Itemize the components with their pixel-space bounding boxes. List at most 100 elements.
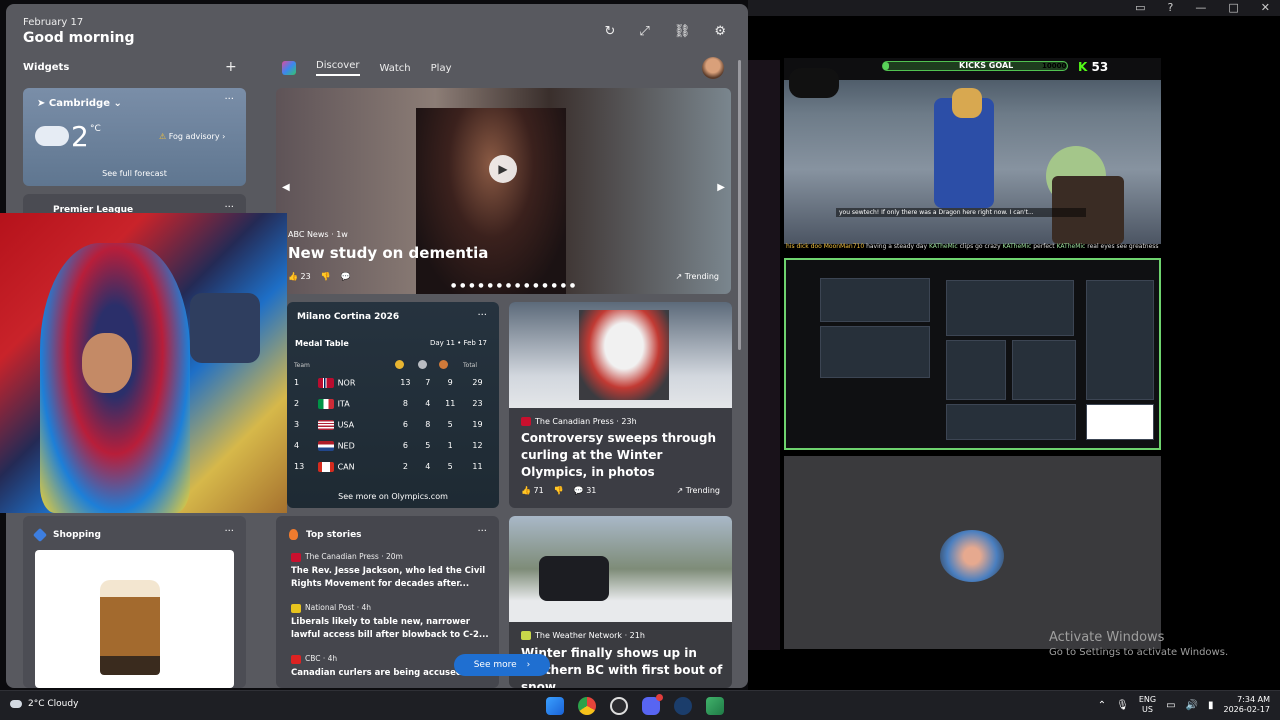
lego-character-head xyxy=(952,88,982,118)
shopping-label: Shopping xyxy=(53,530,101,540)
medal-rank-cell: 4 xyxy=(294,441,300,450)
carousel-pager[interactable]: ● ● ● ● ● ● ● ● ● ● ● ● ● ● xyxy=(451,282,576,289)
curling-news-card[interactable]: The Canadian Press · 23h Controversy swe… xyxy=(509,302,732,508)
weather-widget[interactable]: ➤ Cambridge ⌄ ··· 2 °C ⚠ Fog advisory › … xyxy=(23,88,246,186)
microphone-icon[interactable]: 🎙 xyxy=(1116,700,1129,711)
settings-icon[interactable]: ⚙ xyxy=(714,24,726,39)
dislike-icon[interactable]: 👎 xyxy=(321,272,331,281)
discord-icon[interactable] xyxy=(642,694,663,715)
more-options-icon[interactable]: ··· xyxy=(224,94,234,105)
start-button[interactable] xyxy=(546,697,564,715)
nested-shopping-preview xyxy=(1086,404,1154,440)
source-logo-icon xyxy=(291,654,301,664)
weather-story-title[interactable]: Winter finally shows up in southern BC w… xyxy=(521,645,725,688)
story-item[interactable]: The Canadian Press · 20m The Rev. Jesse … xyxy=(291,552,491,591)
previous-arrow-icon[interactable]: ◀ xyxy=(282,182,290,193)
trending-badge: ↗ Trending xyxy=(675,272,719,281)
medal-total-cell: 19 xyxy=(472,420,483,429)
play-icon[interactable]: ▶ xyxy=(489,155,517,183)
tab-watch[interactable]: Watch xyxy=(380,63,411,74)
webcam-overlay xyxy=(0,213,287,513)
olympics-day: Day 11 • Feb 17 xyxy=(429,339,487,347)
chat-ticker: his dick doo MoonMan710 having a steady … xyxy=(786,243,1159,250)
more-options-icon[interactable]: ··· xyxy=(224,526,234,537)
dislike-icon[interactable]: 👎 xyxy=(554,486,564,495)
network-icon[interactable]: ▭ xyxy=(1166,700,1175,711)
goal-progress-fill xyxy=(883,62,889,70)
volume-icon[interactable]: 🔊 xyxy=(1186,700,1198,711)
like-button[interactable]: 👍 23 xyxy=(288,272,311,281)
bag-object xyxy=(190,293,260,363)
hero-source: ABC News · 1w xyxy=(288,230,348,239)
comment-icon[interactable]: 💬 xyxy=(341,272,351,281)
system-tray: ⌃ 🎙 ENG US ▭ 🔊 ▮ 7:34 AM 2026-02-17 xyxy=(1098,695,1270,715)
hero-news-card[interactable]: ▶ ◀ ▶ ABC News · 1w New study on dementi… xyxy=(276,88,731,294)
avatar-emote-image xyxy=(940,530,1004,582)
obs-icon[interactable] xyxy=(610,697,628,715)
obs-side-panel xyxy=(748,60,780,650)
more-options-icon[interactable]: ··· xyxy=(477,526,487,537)
hero-title[interactable]: New study on dementia xyxy=(288,244,488,262)
story-item[interactable]: National Post · 4h Liberals likely to ta… xyxy=(291,603,491,642)
medal-table-label: Medal Table xyxy=(295,339,349,348)
maximize-button[interactable]: □ xyxy=(1228,1,1238,14)
screen-capture-preview[interactable] xyxy=(784,258,1161,450)
battery-icon[interactable]: ▮ xyxy=(1208,700,1214,711)
product-image[interactable] xyxy=(35,550,234,688)
streamer-face xyxy=(82,333,132,393)
next-arrow-icon[interactable]: ▶ xyxy=(717,182,725,193)
more-options-icon[interactable]: ··· xyxy=(224,202,234,213)
comment-button[interactable]: 💬 31 xyxy=(574,486,597,495)
tab-discover[interactable]: Discover xyxy=(316,60,360,76)
can-flag-icon xyxy=(317,461,334,472)
chevron-up-icon[interactable]: ⌃ xyxy=(1098,700,1106,711)
profile-avatar[interactable] xyxy=(702,57,724,79)
weather-location[interactable]: ➤ Cambridge ⌄ xyxy=(37,98,122,109)
olympics-medal-widget[interactable]: Milano Cortina 2026 ··· Medal Table Day … xyxy=(287,302,499,508)
medal-country-cell: CAN xyxy=(317,456,394,477)
fog-advisory-link[interactable]: ⚠ Fog advisory › xyxy=(159,132,225,141)
see-forecast-link[interactable]: See full forecast xyxy=(23,169,246,178)
medal-silver-cell: 7 xyxy=(425,378,431,387)
game-subtitle: you sewtech! If only there was a Dragon … xyxy=(836,208,1086,217)
display-icon[interactable]: ▭ xyxy=(1135,1,1145,14)
refresh-icon[interactable]: ↻ xyxy=(605,24,616,39)
medal-rank-cell: 1 xyxy=(294,378,300,387)
medal-silver-cell: 8 xyxy=(425,420,431,429)
kick-count: K 53 xyxy=(1078,60,1109,74)
language-indicator[interactable]: ENG US xyxy=(1139,695,1156,715)
close-button[interactable]: ✕ xyxy=(1261,1,1270,14)
silver-medal-icon xyxy=(418,359,428,369)
chrome-icon[interactable] xyxy=(578,697,596,715)
curling-reactions: 👍 71 👎 💬 31 xyxy=(521,486,596,495)
add-widget-button[interactable]: + xyxy=(225,59,237,75)
news-anchor-image xyxy=(416,108,566,294)
taskbar-weather[interactable]: 2°C Cloudy xyxy=(10,699,78,709)
feed-tabs: Discover Watch Play xyxy=(282,60,452,76)
see-more-olympics-link[interactable]: See more on Olympics.com xyxy=(287,492,499,501)
medal-gold-cell: 8 xyxy=(402,399,408,408)
shopping-widget[interactable]: Shopping ··· xyxy=(23,516,246,688)
expand-icon[interactable]: ⤢ xyxy=(639,24,649,39)
game-capture-preview[interactable]: KICKS GOAL 10000 K 53 you sewtech! If on… xyxy=(784,58,1161,244)
window-controls: ▭ ? — □ ✕ xyxy=(1135,0,1270,14)
tab-play[interactable]: Play xyxy=(431,63,452,74)
help-icon[interactable]: ? xyxy=(1168,1,1174,14)
link-icon[interactable]: ⛓ xyxy=(674,24,691,39)
steam-icon[interactable] xyxy=(674,697,692,715)
curler-figure xyxy=(579,310,669,400)
more-options-icon[interactable]: ··· xyxy=(477,310,487,321)
minimize-button[interactable]: — xyxy=(1195,1,1206,14)
gold-medal-icon xyxy=(394,359,404,369)
like-button[interactable]: 👍 71 xyxy=(521,486,544,495)
trending-badge: ↗ Trending xyxy=(676,486,720,495)
clock[interactable]: 7:34 AM 2026-02-17 xyxy=(1224,695,1271,715)
feed-scrollbar[interactable] xyxy=(738,60,741,350)
boot-product xyxy=(100,580,160,675)
medal-silver-cell: 4 xyxy=(425,462,431,471)
temperature: 2 xyxy=(71,120,89,153)
see-more-button[interactable]: See more › xyxy=(454,654,550,676)
app-icon[interactable] xyxy=(706,697,724,715)
curling-title[interactable]: Controversy sweeps through curling at th… xyxy=(521,430,725,481)
medal-bronze-cell: 5 xyxy=(447,420,453,429)
